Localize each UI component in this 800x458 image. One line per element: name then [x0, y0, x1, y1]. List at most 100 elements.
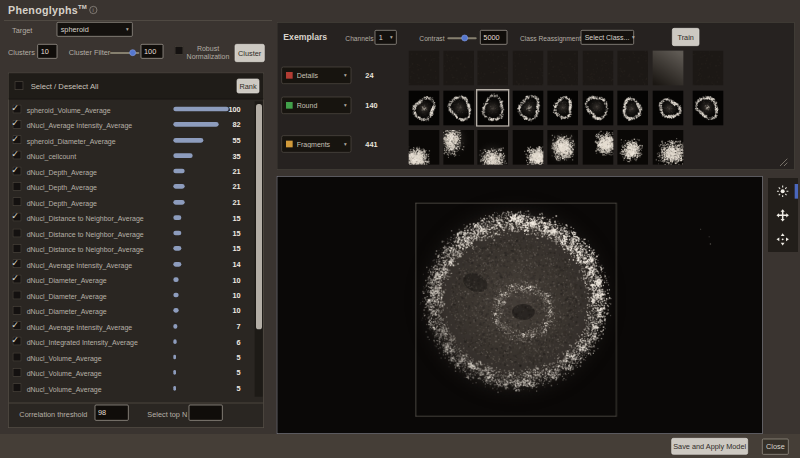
exemplar-thumbnail[interactable] — [513, 91, 544, 126]
close-button[interactable]: Close — [762, 439, 789, 455]
class-color-swatch — [286, 72, 293, 79]
class-name: Details — [297, 71, 344, 79]
exemplar-thumbnail[interactable] — [653, 130, 684, 165]
move-icon[interactable] — [776, 209, 789, 222]
feature-row[interactable]: ✓ dNucl_Volume_Average 5 — [9, 380, 255, 396]
exemplar-thumbnail[interactable] — [409, 91, 440, 126]
pan-arrows-icon[interactable] — [776, 233, 789, 246]
resize-handle-icon[interactable] — [779, 158, 788, 167]
feature-row[interactable]: ✓ dNucl_Average Intensity_Average 82 — [9, 117, 255, 133]
train-button[interactable]: Train — [672, 28, 699, 46]
class-reassignment-label: Class Reassignment — [520, 35, 581, 42]
feature-row[interactable]: ✓ dNucl_Diameter_Average 10 — [9, 287, 255, 303]
image-viewer[interactable] — [277, 176, 763, 434]
feature-checkbox[interactable] — [13, 368, 22, 377]
exemplar-thumbnail[interactable] — [513, 51, 544, 86]
rank-button[interactable]: Rank — [237, 79, 260, 94]
chevron-down-icon: ▾ — [390, 34, 393, 40]
feature-label: dNucl_Depth_Average — [27, 184, 97, 192]
channels-dropdown[interactable]: 1▾ — [375, 30, 397, 45]
feature-row[interactable]: ✓ dNucl_Diameter_Average 10 — [9, 272, 255, 288]
exemplar-thumbnail[interactable] — [653, 51, 684, 86]
feature-checkbox[interactable] — [13, 306, 22, 315]
feature-score-bar — [173, 215, 181, 220]
feature-score: 15 — [219, 214, 241, 222]
channels-value: 1 — [379, 33, 383, 41]
exemplar-thumbnail[interactable] — [583, 130, 614, 165]
exemplar-thumbnail[interactable] — [513, 130, 544, 165]
right-scrollbar-thumb[interactable] — [795, 184, 798, 199]
class-dropdown[interactable]: Round ▾ — [281, 97, 351, 114]
contrast-input[interactable] — [480, 30, 507, 45]
feature-row[interactable]: ✓ dNucl_Distance to Neighbor_Average 15 — [9, 225, 255, 241]
exemplar-thumbnail[interactable] — [477, 130, 508, 165]
feature-list-scrollbar-track[interactable] — [255, 101, 263, 396]
exemplar-thumbnail[interactable] — [653, 91, 684, 126]
feature-row[interactable]: ✓ dNucl_Distance to Neighbor_Average 15 — [9, 210, 255, 226]
exemplar-thumbnail[interactable] — [617, 91, 648, 126]
feature-checkbox[interactable] — [13, 290, 22, 299]
feature-list-scrollbar-thumb[interactable] — [256, 104, 262, 329]
feature-row[interactable]: ✓ dNucl_Depth_Average 21 — [9, 194, 255, 210]
exemplar-thumbnail[interactable] — [617, 130, 648, 165]
feature-row[interactable]: ✓ spheroid_Volume_Average 100 — [9, 101, 255, 117]
feature-row[interactable]: ✓ dNucl_Integrated Intensity_Average 6 — [9, 334, 255, 350]
feature-score: 15 — [219, 229, 241, 237]
feature-score: 14 — [219, 260, 241, 268]
exemplar-thumbnail[interactable] — [547, 91, 578, 126]
save-and-apply-model-button[interactable]: Save and Apply Model — [671, 438, 748, 455]
target-dropdown[interactable]: spheroid▾ — [57, 22, 133, 37]
feature-row[interactable]: ✓ dNucl_Depth_Average 21 — [9, 179, 255, 195]
selection-rectangle[interactable] — [415, 203, 616, 417]
exemplar-thumbnail[interactable] — [617, 51, 648, 86]
feature-row[interactable]: ✓ dNucl_Diameter_Average 10 — [9, 303, 255, 319]
feature-checkbox[interactable] — [13, 383, 22, 392]
feature-label: dNucl_Depth_Average — [27, 168, 97, 176]
class-dropdown[interactable]: Fragments ▾ — [281, 135, 351, 152]
select-top-n-input[interactable] — [189, 405, 223, 421]
feature-row[interactable]: ✓ dNucl_Average Intensity_Average 14 — [9, 256, 255, 272]
feature-label: dNucl_cellcount — [27, 153, 76, 161]
select-all-checkbox[interactable] — [15, 81, 24, 90]
feature-checkbox[interactable] — [13, 352, 22, 361]
select-top-n-label: Select top N — [147, 411, 187, 419]
robust-normalization-checkbox[interactable] — [175, 46, 184, 55]
feature-row[interactable]: ✓ dNucl_Volume_Average 5 — [9, 349, 255, 365]
feature-checkbox[interactable] — [13, 182, 22, 191]
brightness-icon[interactable] — [776, 185, 789, 198]
contrast-slider-knob[interactable] — [461, 35, 468, 42]
page-title: PhenoglyphsTMi — [8, 4, 97, 16]
feature-row[interactable]: ✓ dNucl_cellcount 35 — [9, 148, 255, 164]
exemplar-thumbnail[interactable] — [477, 91, 508, 126]
exemplar-thumbnail[interactable] — [583, 51, 614, 86]
correlation-threshold-input[interactable] — [95, 405, 129, 421]
exemplar-thumbnail[interactable] — [409, 51, 440, 86]
exemplar-thumbnail[interactable] — [409, 130, 440, 165]
feature-row[interactable]: ✓ spheroid_Diameter_Average 55 — [9, 132, 255, 148]
feature-checkbox[interactable] — [13, 244, 22, 253]
feature-checkbox[interactable] — [13, 228, 22, 237]
class-reassignment-dropdown[interactable]: Select Class...▾ — [581, 30, 634, 45]
exemplar-thumbnail[interactable] — [693, 51, 724, 86]
exemplar-thumbnail[interactable] — [443, 51, 474, 86]
exemplar-thumbnail[interactable] — [477, 51, 508, 86]
feature-row[interactable]: ✓ dNucl_Depth_Average 21 — [9, 163, 255, 179]
feature-row[interactable]: ✓ dNucl_Distance to Neighbor_Average 15 — [9, 241, 255, 257]
feature-row[interactable]: ✓ dNucl_Average Intensity_Average 7 — [9, 318, 255, 334]
feature-row[interactable]: ✓ dNucl_Volume_Average 5 — [9, 365, 255, 381]
exemplar-thumbnail[interactable] — [443, 91, 474, 126]
feature-score: 5 — [219, 353, 241, 361]
info-icon[interactable]: i — [89, 6, 97, 14]
exemplar-thumbnail[interactable] — [547, 130, 578, 165]
exemplar-thumbnail[interactable] — [583, 91, 614, 126]
feature-checkbox[interactable] — [13, 197, 22, 206]
exemplar-thumbnail[interactable] — [443, 130, 474, 165]
cluster-filter-input[interactable] — [141, 44, 164, 59]
class-dropdown[interactable]: Details ▾ — [281, 67, 351, 84]
exemplar-thumbnail[interactable] — [547, 51, 578, 86]
cluster-filter-slider-knob[interactable] — [129, 49, 136, 56]
clusters-input[interactable] — [37, 44, 57, 59]
feature-score: 35 — [219, 152, 241, 160]
cluster-button[interactable]: Cluster — [235, 44, 265, 62]
exemplar-thumbnail[interactable] — [693, 91, 724, 126]
